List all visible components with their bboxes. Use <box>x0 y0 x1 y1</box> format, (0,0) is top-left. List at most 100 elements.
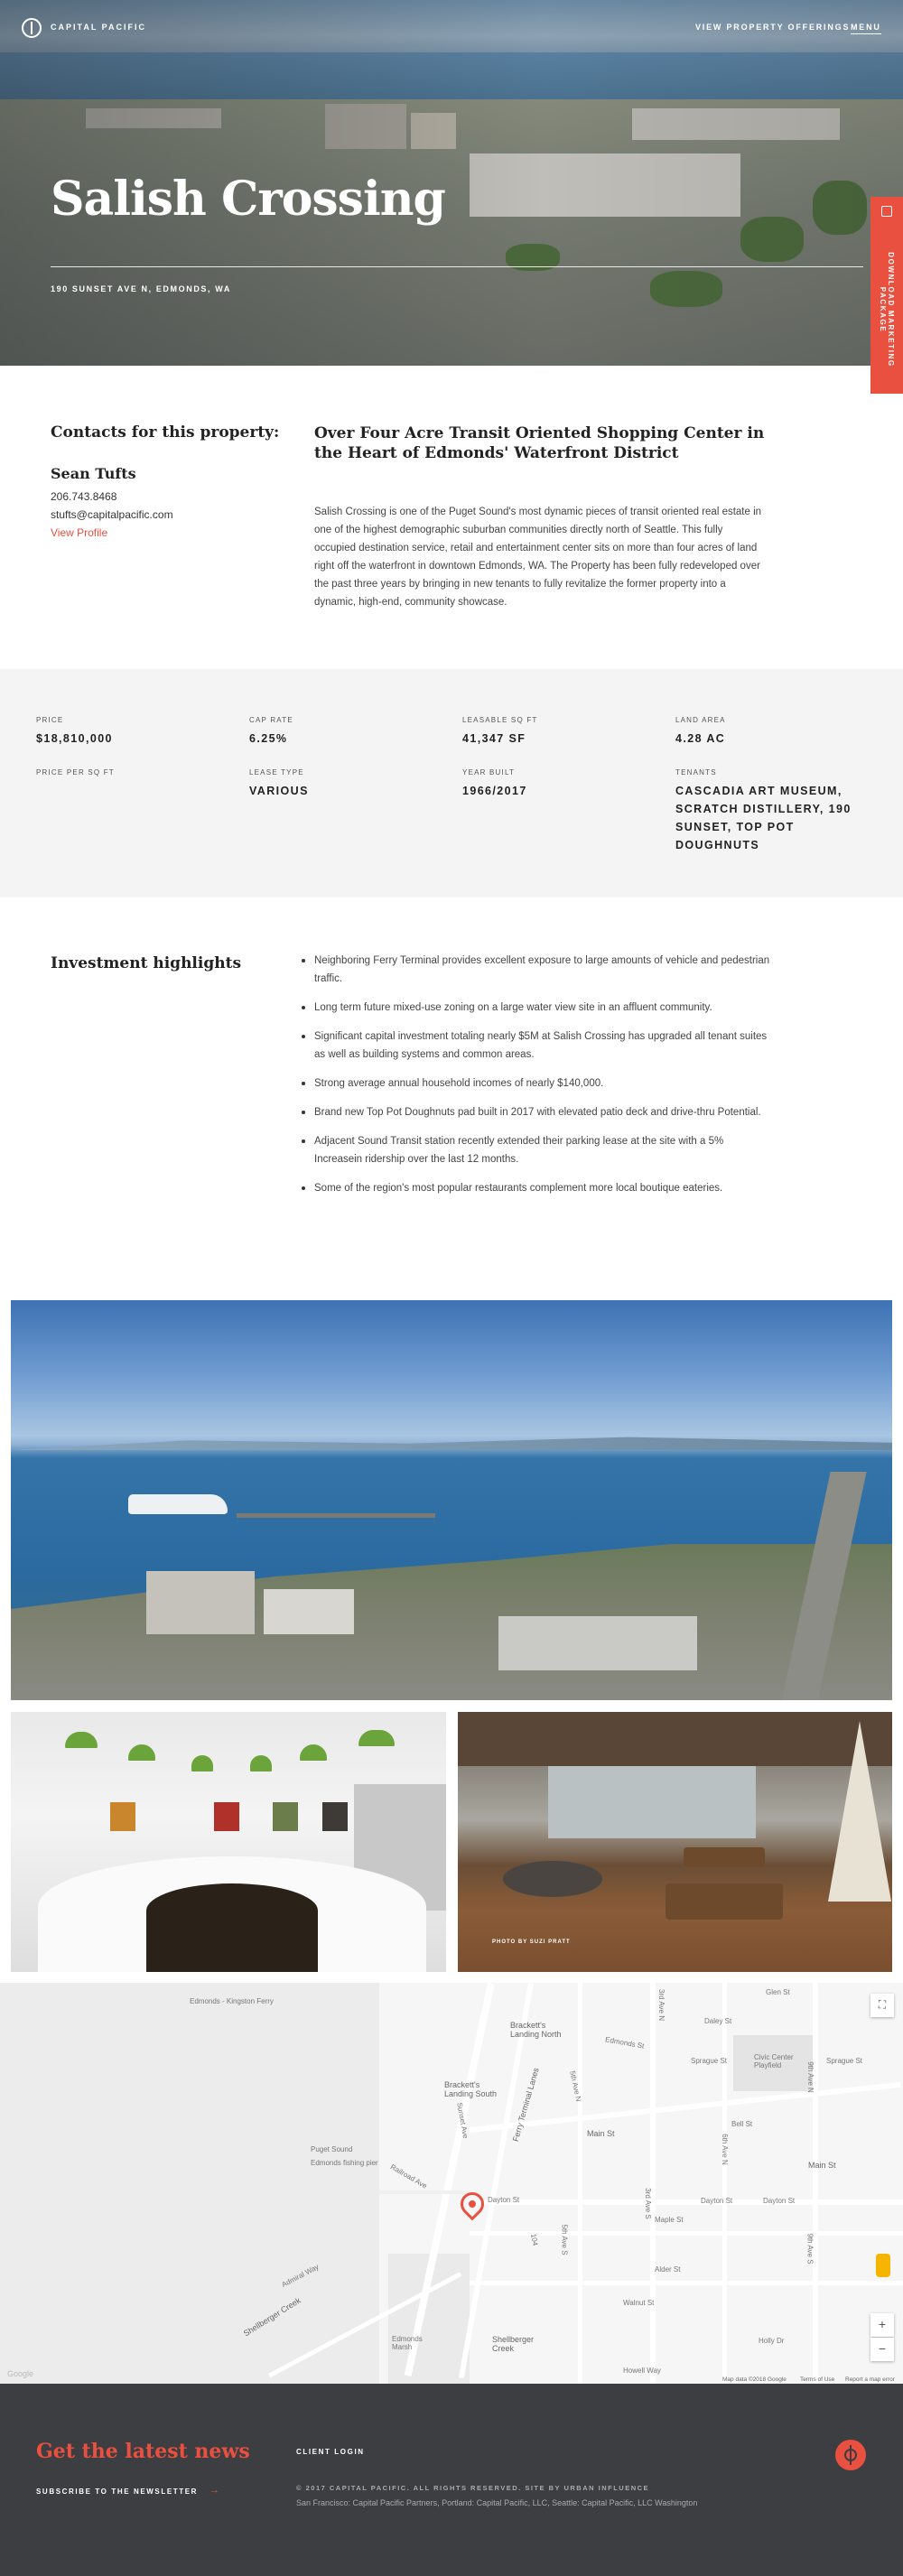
contacts-heading: Contacts for this property: <box>51 423 280 442</box>
map-label: 3rd Ave S <box>643 2188 652 2219</box>
map-label: 9th Ave S <box>805 2233 815 2264</box>
stat-label: LEASABLE SQ FT <box>462 716 538 724</box>
list-item: Brand new Top Pot Doughnuts pad built in… <box>302 1103 771 1121</box>
map-data-attribution: Map data ©2018 Google <box>722 2376 787 2383</box>
map-label: Daley St <box>704 2017 732 2025</box>
map-label: Sprague St <box>691 2057 728 2065</box>
agent-email[interactable]: stufts@capitalpacific.com <box>51 508 173 521</box>
property-description: Salish Crossing is one of the Puget Soun… <box>314 507 762 608</box>
map-label: Glen St <box>766 1988 790 1996</box>
map-label: Main St <box>587 2129 615 2138</box>
property-headline: Over Four Acre Transit Oriented Shopping… <box>314 424 765 462</box>
stat-price-per-sq-ft: PRICE PER SQ FT <box>36 768 115 782</box>
google-logo: Google <box>7 2369 34 2378</box>
map-label: Edmonds - Kingston Ferry <box>190 1997 274 2005</box>
view-profile-link[interactable]: View Profile <box>51 526 107 539</box>
ferry-image <box>128 1494 228 1514</box>
list-item: Some of the region's most popular restau… <box>302 1179 771 1197</box>
agent-phone[interactable]: 206.743.8468 <box>51 490 116 503</box>
map-label: Alder St <box>655 2265 681 2274</box>
stat-land-area: LAND AREA 4.28 AC <box>675 716 726 748</box>
list-item: Long term future mixed-use zoning on a l… <box>302 999 771 1017</box>
stat-value: CASCADIA ART MUSEUM, SCRATCH DISTILLERY,… <box>675 785 852 851</box>
map-label: Bell St <box>731 2120 753 2128</box>
map-label: Maple St <box>655 2216 684 2224</box>
investment-highlights-heading: Investment highlights <box>51 954 242 972</box>
map-label: Civic Center Playfield <box>754 2053 794 2069</box>
restaurant-patio-photo: PHOTO BY SUZI PRATT <box>458 1712 892 1972</box>
property-address: 190 SUNSET AVE N, EDMONDS, WA <box>51 284 231 293</box>
subscribe-newsletter-link[interactable]: SUBSCRIBE TO THE NEWSLETTER <box>36 2488 198 2496</box>
capital-pacific-logo-icon[interactable] <box>22 18 42 38</box>
waterfront-aerial-photo <box>11 1300 892 1700</box>
map-label: Holly Dr <box>759 2337 785 2345</box>
location-map[interactable]: Edmonds - Kingston Ferry Brackett's Land… <box>0 1983 903 2384</box>
arrow-right-icon[interactable]: → <box>209 2485 219 2496</box>
map-label: Brackett's Landing North <box>510 2021 562 2039</box>
office-locations: San Francisco: Capital Pacific Partners,… <box>296 2498 698 2507</box>
map-label: Dayton St <box>701 2197 733 2205</box>
property-stats-panel: PRICE $18,810,000 CAP RATE 6.25% LEASABL… <box>0 669 903 897</box>
photo-credit: PHOTO BY SUZI PRATT <box>492 1939 571 1945</box>
map-label: Edmonds Marsh <box>392 2335 423 2351</box>
distillery-interior-photo <box>11 1712 446 1972</box>
stat-value: 4.28 AC <box>675 732 726 745</box>
map-label: Brackett's Landing South <box>444 2080 498 2098</box>
page: CAPITAL PACIFIC VIEW PROPERTY OFFERINGS … <box>0 0 903 2576</box>
map-label: Edmonds fishing pier <box>311 2159 378 2167</box>
stat-value: VARIOUS <box>249 785 309 797</box>
stat-value: 6.25% <box>249 732 288 745</box>
map-label: Shellberger Creek <box>492 2335 535 2353</box>
stat-label: PRICE PER SQ FT <box>36 768 115 777</box>
stat-label: LEASE TYPE <box>249 768 304 777</box>
stat-label: YEAR BUILT <box>462 768 516 777</box>
download-icon <box>881 206 892 217</box>
street-view-pegman-icon[interactable] <box>876 2254 890 2277</box>
stat-label: LAND AREA <box>675 716 726 724</box>
footer-logo-icon[interactable] <box>835 2440 866 2470</box>
hero-divider <box>51 266 863 267</box>
client-login-link[interactable]: CLIENT LOGIN <box>296 2448 365 2456</box>
copyright-text: © 2017 CAPITAL PACIFIC. ALL RIGHTS RESER… <box>296 2484 650 2492</box>
brand-name[interactable]: CAPITAL PACIFIC <box>51 23 146 32</box>
stat-value: $18,810,000 <box>36 732 113 745</box>
map-label: 6th Ave N <box>720 2134 729 2165</box>
map-label: Howell Way <box>623 2367 661 2375</box>
map-terms-link[interactable]: Terms of Use <box>800 2376 834 2383</box>
fullscreen-button[interactable]: ⛶ <box>870 1994 894 2017</box>
stat-value: 41,347 SF <box>462 732 526 745</box>
list-item: Neighboring Ferry Terminal provides exce… <box>302 952 771 988</box>
download-marketing-package-button[interactable]: DOWNLOAD MARKETING PACKAGE <box>870 197 903 394</box>
report-map-error-link[interactable]: Report a map error <box>845 2376 895 2383</box>
stat-year-built: YEAR BUILT 1966/2017 <box>462 768 527 800</box>
stat-label: TENANTS <box>675 768 717 777</box>
stat-label: CAP RATE <box>249 716 293 724</box>
map-label: 5th Ave S <box>560 2224 569 2255</box>
zoom-out-button[interactable]: − <box>870 2338 894 2361</box>
stat-tenants: TENANTS CASCADIA ART MUSEUM, SCRATCH DIS… <box>675 768 856 854</box>
download-marketing-package-label: DOWNLOAD MARKETING PACKAGE <box>879 252 895 367</box>
map-label: Puget Sound <box>311 2145 353 2153</box>
list-item: Significant capital investment totaling … <box>302 1028 771 1064</box>
agent-name: Sean Tufts <box>51 465 136 482</box>
menu-button[interactable]: MENU <box>851 23 881 34</box>
zoom-in-button[interactable]: + <box>870 2313 894 2337</box>
map-label: 9th Ave N <box>805 2061 815 2093</box>
stat-cap-rate: CAP RATE 6.25% <box>249 716 293 748</box>
site-footer <box>0 2384 903 2576</box>
stat-label: PRICE <box>36 716 64 724</box>
top-navigation: CAPITAL PACIFIC VIEW PROPERTY OFFERINGS … <box>0 0 903 56</box>
stat-price: PRICE $18,810,000 <box>36 716 113 748</box>
map-label: 3rd Ave N <box>656 1989 666 2021</box>
newsletter-heading: Get the latest news <box>36 2440 250 2463</box>
view-property-offerings-link[interactable]: VIEW PROPERTY OFFERINGS <box>695 23 850 32</box>
investment-highlights-list: Neighboring Ferry Terminal provides exce… <box>302 952 771 1208</box>
stat-value: 1966/2017 <box>462 785 527 797</box>
stat-lease-type: LEASE TYPE VARIOUS <box>249 768 309 800</box>
map-label: Walnut St <box>623 2299 655 2307</box>
list-item: Adjacent Sound Transit station recently … <box>302 1132 771 1168</box>
stat-leasable-sq-ft: LEASABLE SQ FT 41,347 SF <box>462 716 538 748</box>
property-title: Salish Crossing <box>51 172 446 227</box>
map-label: Sprague St <box>826 2057 863 2065</box>
list-item: Strong average annual household incomes … <box>302 1074 771 1093</box>
